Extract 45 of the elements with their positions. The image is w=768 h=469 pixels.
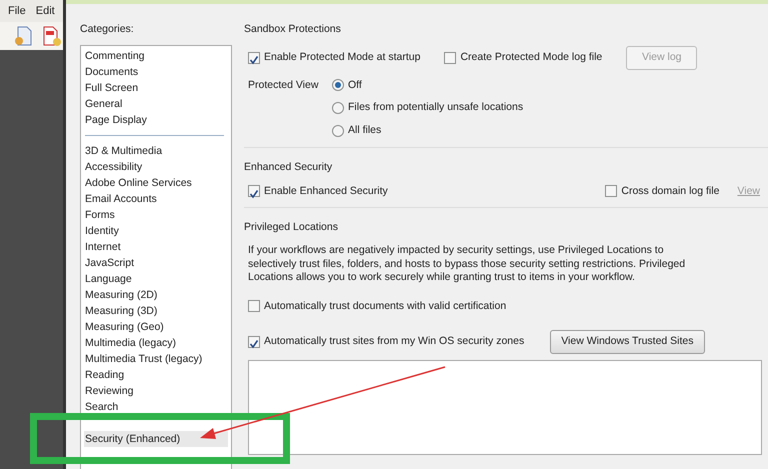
radio-option[interactable]: Files from potentially unsafe locations: [332, 100, 524, 116]
description-text: If your workflows are negatively impacted by security settings, use Privileged Locations to selectively trust files, folders, and hosts to bypass those security setting restrictions. Privileged Locations allows you to work securely while granting trust to items in your workflow.: [248, 244, 686, 284]
category-item[interactable]: Documents: [84, 64, 228, 80]
category-item[interactable]: Adobe Online Services: [84, 174, 228, 191]
radio-option[interactable]: Off: [332, 78, 524, 94]
category-item[interactable]: Reviewing: [84, 382, 228, 399]
category-item[interactable]: Reading: [84, 366, 228, 383]
categories-label: Categories:: [80, 22, 135, 37]
category-item[interactable]: Internet: [84, 238, 228, 255]
category-item[interactable]: Commenting: [84, 48, 228, 64]
document-icon[interactable]: [12, 25, 34, 47]
category-item[interactable]: Measuring (Geo): [84, 318, 228, 335]
protected-view-label: Protected View: [248, 78, 320, 92]
category-item[interactable]: 3D & Multimedia: [84, 142, 228, 159]
trusted-sites-button[interactable]: View Windows Trusted Sites: [550, 330, 705, 354]
section-title: Privileged Locations: [244, 220, 338, 236]
category-item[interactable]: Accessibility: [84, 158, 228, 175]
category-item[interactable]: Measuring (3D): [84, 302, 228, 319]
checkmark-icon: [249, 188, 259, 199]
category-item[interactable]: Full Screen: [84, 80, 228, 96]
category-item[interactable]: Forms: [84, 206, 228, 223]
menu-item[interactable]: Edit: [36, 2, 55, 20]
checkbox[interactable]: Automatically trust sites from my Win OS security zones: [248, 334, 524, 350]
category-item[interactable]: Page Display: [84, 112, 228, 128]
checkmark-icon: [249, 54, 259, 65]
section-title: Sandbox Protections: [244, 22, 341, 37]
radio-option[interactable]: All files: [332, 123, 524, 139]
category-item[interactable]: Search: [84, 398, 228, 415]
checkmark-icon: [249, 339, 259, 350]
menu-item[interactable]: File: [8, 2, 26, 20]
category-item[interactable]: Email Accounts: [84, 190, 228, 207]
category-item[interactable]: Security (Enhanced): [84, 430, 228, 447]
section-title: Enhanced Security: [244, 160, 332, 175]
category-item[interactable]: Multimedia Trust (legacy): [84, 350, 228, 367]
category-item[interactable]: JavaScript: [84, 254, 228, 271]
checkbox[interactable]: Automatically trust documents with valid certification: [248, 298, 506, 314]
checkbox[interactable]: Create Protected Mode log file: [444, 50, 602, 66]
category-item[interactable]: Language: [84, 270, 228, 287]
category-item[interactable]: General: [84, 96, 228, 112]
category-item[interactable]: Measuring (2D): [84, 286, 228, 303]
checkbox[interactable]: Enable Enhanced Security: [248, 184, 388, 200]
category-item[interactable]: Multimedia (legacy): [84, 334, 228, 351]
checkbox[interactable]: Enable Protected Mode at startup: [248, 50, 420, 66]
category-item[interactable]: Identity: [84, 222, 228, 239]
checkbox[interactable]: Cross domain log file: [605, 184, 720, 200]
